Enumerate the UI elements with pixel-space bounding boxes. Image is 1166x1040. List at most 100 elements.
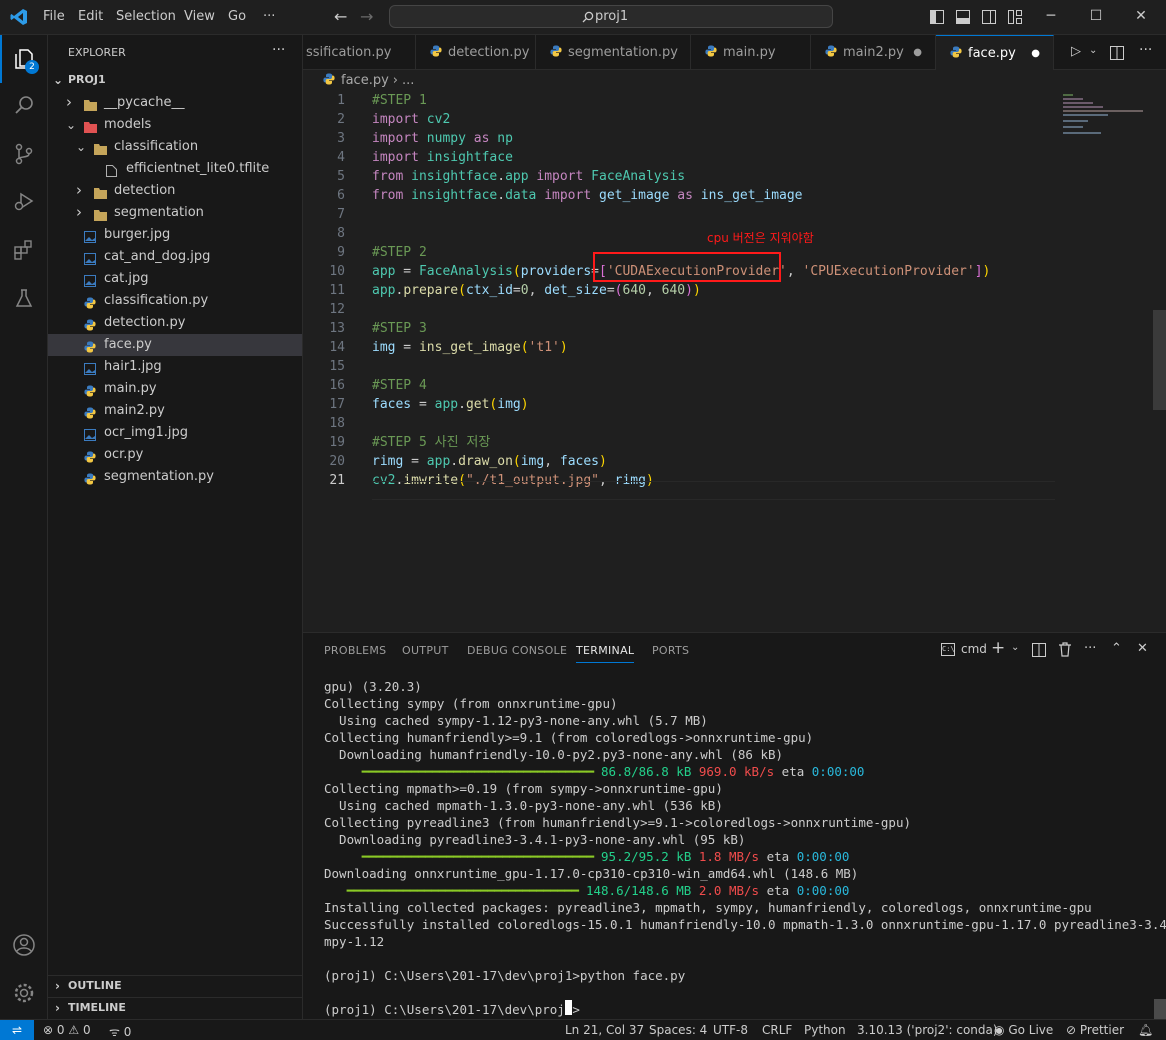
editor-tab[interactable]: segmentation.py	[536, 35, 691, 70]
editor-tab[interactable]: face.py ●	[936, 35, 1054, 70]
menu-edit[interactable]: Edit	[78, 9, 103, 24]
go-live[interactable]: ◉ Go Live	[994, 1023, 1053, 1037]
timeline-section[interactable]: › TIMELINE	[48, 997, 302, 1019]
tree-item[interactable]: main.py	[48, 378, 302, 400]
kill-terminal-trash-icon[interactable]	[1058, 642, 1072, 661]
code-line[interactable]: 11 app.prepare(ctx_id=0, det_size=(640, 6…	[303, 281, 1063, 300]
project-header[interactable]: ⌄ PROJ1	[48, 69, 302, 91]
tree-item[interactable]: ⌄ classification	[48, 136, 302, 158]
tree-item[interactable]: detection.py	[48, 312, 302, 334]
tree-item[interactable]: ocr.py	[48, 444, 302, 466]
breadcrumb-file[interactable]: face.py	[341, 73, 389, 88]
toggle-secondary-sidebar-icon[interactable]	[982, 10, 996, 28]
tree-item[interactable]: › segmentation	[48, 202, 302, 224]
editor-tab[interactable]: detection.py	[416, 35, 536, 70]
accounts-icon[interactable]	[0, 925, 48, 965]
code-line[interactable]: 15	[303, 357, 1063, 376]
close-panel-icon[interactable]: ✕	[1137, 641, 1148, 656]
customize-layout-icon[interactable]	[1008, 10, 1022, 28]
tree-item[interactable]: hair1.jpg	[48, 356, 302, 378]
run-debug-icon[interactable]	[0, 181, 48, 221]
editor-scrollbar[interactable]	[1153, 310, 1166, 410]
command-center-search[interactable]: proj1	[389, 5, 833, 28]
code-line[interactable]: 13 #STEP 3	[303, 319, 1063, 338]
tree-item[interactable]: burger.jpg	[48, 224, 302, 246]
tree-item[interactable]: cat_and_dog.jpg	[48, 246, 302, 268]
run-python-icon[interactable]: ▷	[1071, 44, 1081, 59]
settings-gear-icon[interactable]	[0, 973, 48, 1013]
terminal-dropdown-icon[interactable]: ⌄	[1011, 642, 1019, 653]
menu-go[interactable]: Go	[228, 9, 246, 24]
tree-item[interactable]: cat.jpg	[48, 268, 302, 290]
code-line[interactable]: 8	[303, 224, 1063, 243]
tree-item[interactable]: face.py	[48, 334, 302, 356]
tree-item[interactable]: main2.py	[48, 400, 302, 422]
tab-problems[interactable]: PROBLEMS	[324, 644, 386, 657]
split-editor-icon[interactable]	[1110, 46, 1124, 64]
cursor-position[interactable]: Ln 21, Col 37	[565, 1023, 644, 1037]
remote-indicator-icon[interactable]: ⇌	[0, 1020, 34, 1040]
code-line[interactable]: 7	[303, 205, 1063, 224]
close-window-icon[interactable]: ✕	[1131, 8, 1151, 24]
source-control-icon[interactable]	[0, 134, 48, 174]
tree-item[interactable]: classification.py	[48, 290, 302, 312]
split-terminal-icon[interactable]	[1032, 643, 1046, 661]
code-line[interactable]: 6 from insightface.data import get_image …	[303, 186, 1063, 205]
back-arrow-icon[interactable]: ←	[334, 7, 347, 26]
breadcrumb-rest[interactable]: ...	[402, 73, 414, 88]
code-line[interactable]: 21 cv2.imwrite("./t1_output.jpg", rimg)	[303, 471, 1063, 490]
toggle-panel-icon[interactable]	[956, 10, 970, 28]
code-line[interactable]: 3 import numpy as np	[303, 129, 1063, 148]
tree-item[interactable]: ⌄ models	[48, 114, 302, 136]
editor-tab[interactable]: ssification.py	[303, 35, 416, 70]
search-view-icon[interactable]	[0, 85, 48, 125]
terminal-scrollbar[interactable]	[1154, 999, 1166, 1019]
run-dropdown-icon[interactable]: ⌄	[1089, 45, 1097, 56]
ports-status[interactable]: ᯤ 0	[109, 1023, 131, 1040]
extensions-icon[interactable]	[0, 230, 48, 270]
outline-section[interactable]: › OUTLINE	[48, 975, 302, 997]
language-mode[interactable]: Python	[804, 1023, 846, 1037]
tree-item[interactable]: › __pycache__	[48, 92, 302, 114]
minimize-icon[interactable]: ─	[1041, 8, 1061, 24]
editor-more-icon[interactable]: ···	[1139, 42, 1152, 58]
tab-terminal[interactable]: TERMINAL	[576, 644, 635, 663]
code-line[interactable]: 20 rimg = app.draw_on(img, faces)	[303, 452, 1063, 471]
toggle-primary-sidebar-icon[interactable]	[930, 10, 944, 28]
encoding[interactable]: UTF-8	[713, 1023, 748, 1037]
menu-selection[interactable]: Selection	[116, 9, 176, 24]
maximize-icon[interactable]: ☐	[1086, 8, 1106, 24]
code-line[interactable]: 14 img = ins_get_image('t1')	[303, 338, 1063, 357]
code-line[interactable]: 19 #STEP 5 사진 저장	[303, 433, 1063, 452]
prettier[interactable]: ⊘ Prettier	[1066, 1023, 1124, 1037]
menu-view[interactable]: View	[184, 9, 215, 24]
code-line[interactable]: 5 from insightface.app import FaceAnalysi…	[303, 167, 1063, 186]
tab-debug-console[interactable]: DEBUG CONSOLE	[467, 644, 567, 657]
forward-arrow-icon[interactable]: →	[360, 7, 373, 26]
tab-ports[interactable]: PORTS	[652, 644, 689, 657]
problems-status[interactable]: ⊗ 0 ⚠ 0	[43, 1023, 91, 1037]
tree-item[interactable]: segmentation.py	[48, 466, 302, 488]
tree-item[interactable]: › detection	[48, 180, 302, 202]
code-line[interactable]: 18	[303, 414, 1063, 433]
menu-file[interactable]: File	[43, 9, 65, 24]
line-ending[interactable]: CRLF	[762, 1023, 792, 1037]
editor-tab[interactable]: main.py	[691, 35, 811, 70]
minimap[interactable]	[1061, 92, 1151, 142]
unsaved-dot-icon[interactable]: ●	[913, 35, 922, 70]
unsaved-dot-icon[interactable]: ●	[1031, 36, 1040, 70]
code-line[interactable]: 12	[303, 300, 1063, 319]
editor-tab[interactable]: main2.py ●	[811, 35, 936, 70]
testing-flask-icon[interactable]	[0, 279, 48, 319]
tab-output[interactable]: OUTPUT	[402, 644, 449, 657]
menu-more[interactable]: ···	[263, 9, 275, 24]
indentation[interactable]: Spaces: 4	[649, 1023, 707, 1037]
explorer-more-icon[interactable]: ···	[272, 42, 285, 58]
python-interpreter[interactable]: 3.10.13 ('proj2': conda)	[857, 1023, 998, 1037]
tree-item[interactable]: efficientnet_lite0.tflite	[48, 158, 302, 180]
code-line[interactable]: 1 #STEP 1	[303, 91, 1063, 110]
code-line[interactable]: 17 faces = app.get(img)	[303, 395, 1063, 414]
terminal-shell-name[interactable]: cmd	[961, 642, 987, 656]
maximize-panel-icon[interactable]: ⌃	[1111, 641, 1122, 656]
code-line[interactable]: 2 import cv2	[303, 110, 1063, 129]
